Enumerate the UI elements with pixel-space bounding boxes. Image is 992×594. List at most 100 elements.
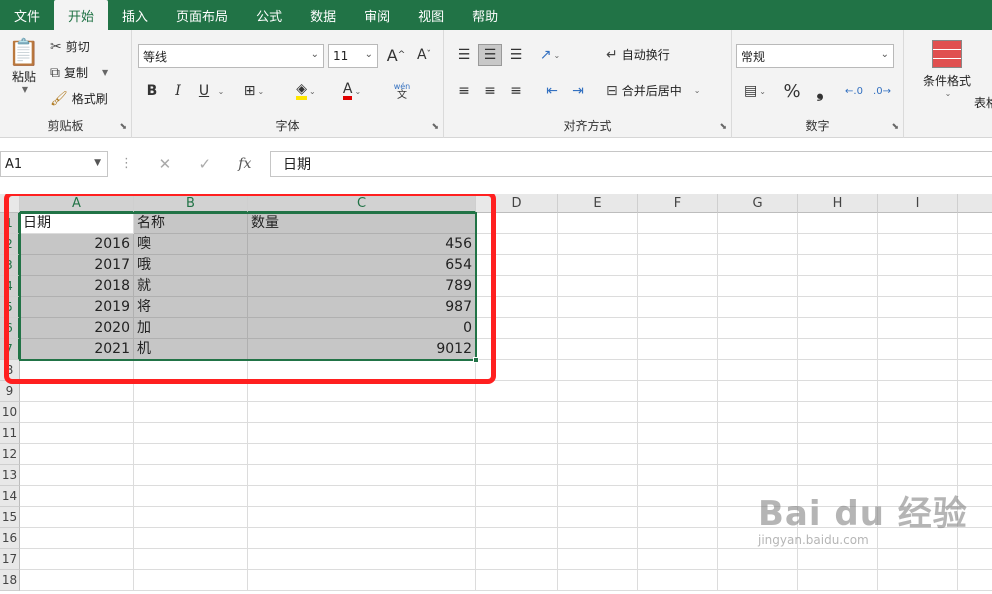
cell-e10[interactable]: [558, 402, 638, 423]
align-left-button[interactable]: ≡: [452, 80, 476, 102]
decrease-indent-button[interactable]: ⇤: [540, 80, 564, 102]
dialog-launcher-icon[interactable]: ⬊: [891, 122, 899, 132]
cell-i3[interactable]: [878, 255, 958, 276]
paste-button[interactable]: 📋 粘贴 ▼: [6, 38, 42, 94]
column-header-f[interactable]: F: [638, 194, 718, 213]
underline-button[interactable]: U: [192, 80, 216, 102]
decrease-font-size-button[interactable]: Aˇ: [412, 44, 436, 66]
font-size-combo[interactable]: 11 ⌄: [328, 44, 378, 68]
cell-j4[interactable]: [958, 276, 992, 297]
row-header-6[interactable]: 6: [0, 318, 20, 339]
cell-c11[interactable]: [248, 423, 476, 444]
column-header-a[interactable]: A: [20, 194, 134, 213]
cell-j3[interactable]: [958, 255, 992, 276]
cell-g11[interactable]: [718, 423, 798, 444]
cell-d14[interactable]: [476, 486, 558, 507]
cell-h18[interactable]: [798, 570, 878, 591]
cell-i5[interactable]: [878, 297, 958, 318]
cell-h7[interactable]: [798, 339, 878, 360]
cell-e9[interactable]: [558, 381, 638, 402]
cell-g5[interactable]: [718, 297, 798, 318]
cell-b7[interactable]: 机: [134, 339, 248, 360]
cell-g13[interactable]: [718, 465, 798, 486]
cell-e7[interactable]: [558, 339, 638, 360]
column-header-b[interactable]: B: [134, 194, 248, 213]
align-center-button[interactable]: ≡: [478, 80, 502, 102]
formula-input[interactable]: 日期: [270, 151, 992, 177]
cell-b15[interactable]: [134, 507, 248, 528]
cell-a12[interactable]: [20, 444, 134, 465]
cell-c15[interactable]: [248, 507, 476, 528]
dialog-launcher-icon[interactable]: ⬊: [119, 122, 127, 132]
cell-e6[interactable]: [558, 318, 638, 339]
cell-b12[interactable]: [134, 444, 248, 465]
cell-d13[interactable]: [476, 465, 558, 486]
cell-i6[interactable]: [878, 318, 958, 339]
cell-e1[interactable]: [558, 213, 638, 234]
row-header-16[interactable]: 16: [0, 528, 20, 549]
cell-b3[interactable]: 哦: [134, 255, 248, 276]
cell-i2[interactable]: [878, 234, 958, 255]
cell-a16[interactable]: [20, 528, 134, 549]
font-name-combo[interactable]: 等线 ⌄: [138, 44, 324, 68]
bottom-align-button[interactable]: ☰: [504, 44, 528, 66]
cell-i17[interactable]: [878, 549, 958, 570]
cell-j13[interactable]: [958, 465, 992, 486]
cell-d4[interactable]: [476, 276, 558, 297]
percent-style-button[interactable]: %: [780, 80, 804, 102]
tab-6[interactable]: 审阅: [350, 0, 404, 30]
cell-h1[interactable]: [798, 213, 878, 234]
cell-b11[interactable]: [134, 423, 248, 444]
tab-1[interactable]: 开始: [54, 0, 109, 30]
middle-align-button[interactable]: ☰: [478, 44, 502, 66]
row-header-10[interactable]: 10: [0, 402, 20, 423]
column-header-g[interactable]: G: [718, 194, 798, 213]
cell-c5[interactable]: 987: [248, 297, 476, 318]
cell-e8[interactable]: [558, 360, 638, 381]
cell-h10[interactable]: [798, 402, 878, 423]
cell-e14[interactable]: [558, 486, 638, 507]
cell-j18[interactable]: [958, 570, 992, 591]
column-header-h[interactable]: H: [798, 194, 878, 213]
cell-d6[interactable]: [476, 318, 558, 339]
cell-e13[interactable]: [558, 465, 638, 486]
cell-a13[interactable]: [20, 465, 134, 486]
row-header-18[interactable]: 18: [0, 570, 20, 591]
cell-d17[interactable]: [476, 549, 558, 570]
cell-a9[interactable]: [20, 381, 134, 402]
cell-b8[interactable]: [134, 360, 248, 381]
column-header-i[interactable]: I: [878, 194, 958, 213]
cell-d1[interactable]: [476, 213, 558, 234]
cell-j12[interactable]: [958, 444, 992, 465]
bold-button[interactable]: B: [140, 80, 164, 102]
cell-j10[interactable]: [958, 402, 992, 423]
cancel-icon[interactable]: ✕: [159, 155, 172, 173]
cell-a10[interactable]: [20, 402, 134, 423]
cell-e12[interactable]: [558, 444, 638, 465]
row-header-17[interactable]: 17: [0, 549, 20, 570]
orientation-button[interactable]: ↗ ⌄: [538, 44, 562, 66]
cell-c12[interactable]: [248, 444, 476, 465]
tab-7[interactable]: 视图: [404, 0, 458, 30]
dialog-launcher-icon[interactable]: ⬊: [719, 122, 727, 132]
cell-b5[interactable]: 将: [134, 297, 248, 318]
underline-dropdown[interactable]: ⌄: [214, 80, 226, 102]
phonetic-guide-button[interactable]: wén 文: [390, 80, 414, 102]
column-header-e[interactable]: E: [558, 194, 638, 213]
cell-j2[interactable]: [958, 234, 992, 255]
cell-f3[interactable]: [638, 255, 718, 276]
fill-color-button[interactable]: ◈ ⌄: [294, 80, 318, 102]
cell-f6[interactable]: [638, 318, 718, 339]
row-header-13[interactable]: 13: [0, 465, 20, 486]
cell-d7[interactable]: [476, 339, 558, 360]
cell-d2[interactable]: [476, 234, 558, 255]
cell-i1[interactable]: [878, 213, 958, 234]
row-header-14[interactable]: 14: [0, 486, 20, 507]
enter-check-icon[interactable]: ✓: [198, 155, 211, 173]
cell-d15[interactable]: [476, 507, 558, 528]
cell-j7[interactable]: [958, 339, 992, 360]
insert-function-icon[interactable]: fx: [238, 156, 251, 172]
cell-h5[interactable]: [798, 297, 878, 318]
cell-g1[interactable]: [718, 213, 798, 234]
cell-e16[interactable]: [558, 528, 638, 549]
